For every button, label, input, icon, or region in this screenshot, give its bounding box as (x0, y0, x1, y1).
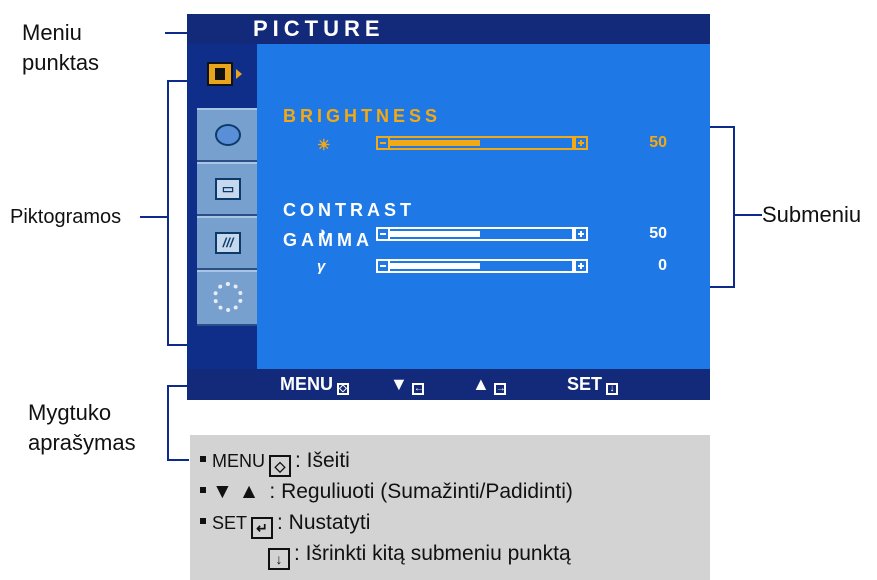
slider-fill (390, 263, 480, 269)
osd-title-bar: PICTURE (187, 14, 710, 44)
minus-icon (376, 259, 390, 273)
bullet (200, 518, 206, 524)
legend-row-arrows: ▼ ▲ : Reguliuoti (Sumažinti/Padidinti) (200, 480, 573, 504)
legend-row-set: SET ↵: Nustatyti (200, 511, 370, 539)
bracket-piktogramos-top (167, 80, 187, 82)
brightness-icon: ☀ (317, 137, 331, 154)
menu-label: MENU (280, 374, 333, 394)
contrast-slider[interactable] (376, 227, 588, 241)
pointer-line-meniu (165, 32, 187, 34)
legend-set-desc: : Nustatyti (277, 511, 371, 534)
tracking-icon: /// (215, 232, 241, 254)
submenu-label-brightness: BRIGHTNESS (283, 106, 442, 126)
bracket-mygtuko-v (167, 385, 169, 461)
pointer-line-piktogramos (140, 216, 168, 218)
submenu-label-contrast: CONTRAST (283, 200, 415, 220)
down-key-icon: ↓ (268, 548, 290, 570)
pointer-line-submeniu (734, 214, 762, 216)
enter-key-icon: ↵ (251, 517, 274, 539)
down-key-icon: ↓ (606, 383, 619, 395)
legend-arrows-desc: : Reguliuoti (Sumažinti/Padidinti) (269, 480, 573, 503)
up-button-hint[interactable]: ▲ → (472, 374, 506, 395)
bracket-piktogramos-v (167, 80, 169, 346)
legend-arrows-key: ▼ ▲ (212, 480, 260, 503)
legend-row-next: ↓: Išrinkti kitą submeniu punktą (264, 542, 571, 570)
plus-icon (574, 227, 588, 241)
osd-button-bar: MENU ◇ ▼ ← ▲ → SET ↓ (187, 369, 710, 400)
brightness-value: 50 (649, 134, 667, 151)
label-submeniu: Submeniu (762, 202, 862, 227)
tab-setup[interactable] (197, 270, 257, 326)
exit-icon: ◇ (337, 383, 349, 395)
bullet (200, 456, 206, 462)
gamma-value: 0 (658, 257, 667, 274)
menu-button-hint[interactable]: MENU ◇ (280, 374, 349, 395)
bracket-piktogramos-bot (167, 344, 187, 346)
tab-position[interactable]: ▭ (197, 162, 257, 216)
legend-menu-desc: : Išeiti (295, 449, 350, 472)
set-label: SET (567, 374, 603, 394)
submenu-label-gamma: GAMMA (283, 230, 373, 250)
label-mygtuko-aprasymas: Mygtuko aprašymas (28, 400, 136, 455)
set-button-hint[interactable]: SET ↓ (567, 374, 619, 395)
brightness-slider[interactable] (376, 136, 588, 150)
button-legend: MENU ◇: Išeiti ▼ ▲ : Reguliuoti (Sumažinti… (190, 435, 710, 580)
osd-window: PICTURE ▭ /// BRIGHTNESS ☀ 50 CONTRAST ◑… (187, 14, 710, 400)
legend-row-menu: MENU ◇: Išeiti (200, 449, 350, 477)
down-button-hint[interactable]: ▼ ← (390, 374, 424, 395)
minus-icon (376, 136, 390, 150)
up-arrow-icon: ▲ (472, 374, 490, 394)
legend-next-desc: : Išrinkti kitą submeniu punktą (294, 542, 571, 565)
bracket-mygtuko-top (167, 385, 187, 387)
picture-icon[interactable] (207, 62, 233, 86)
minus-icon (376, 227, 390, 241)
setup-icon (213, 282, 243, 312)
contrast-value: 50 (649, 225, 667, 242)
exit-key-icon: ◇ (269, 455, 291, 477)
osd-title: PICTURE (253, 16, 385, 41)
tab-tracking[interactable]: /// (197, 216, 257, 270)
gamma-icon: γ (317, 258, 326, 275)
slider-fill (390, 140, 480, 146)
slider-fill (390, 231, 480, 237)
gamma-slider[interactable] (376, 259, 588, 273)
color-icon (215, 124, 241, 146)
label-meniu-punktas: Meniu punktas (22, 20, 100, 75)
tab-color[interactable] (197, 108, 257, 162)
plus-icon (574, 136, 588, 150)
label-piktogramos: Piktogramos (10, 206, 122, 228)
selected-arrow-icon (236, 69, 242, 79)
bracket-submeniu-v (733, 126, 735, 288)
down-arrow-icon: ▼ (390, 374, 408, 394)
bullet (200, 487, 206, 493)
position-icon: ▭ (215, 178, 241, 200)
legend-menu-key: MENU (212, 451, 265, 471)
right-key-icon: → (493, 383, 506, 395)
left-key-icon: ← (411, 383, 424, 395)
plus-icon (574, 259, 588, 273)
bracket-mygtuko-bot (167, 459, 189, 461)
legend-set-key: SET (212, 513, 248, 533)
